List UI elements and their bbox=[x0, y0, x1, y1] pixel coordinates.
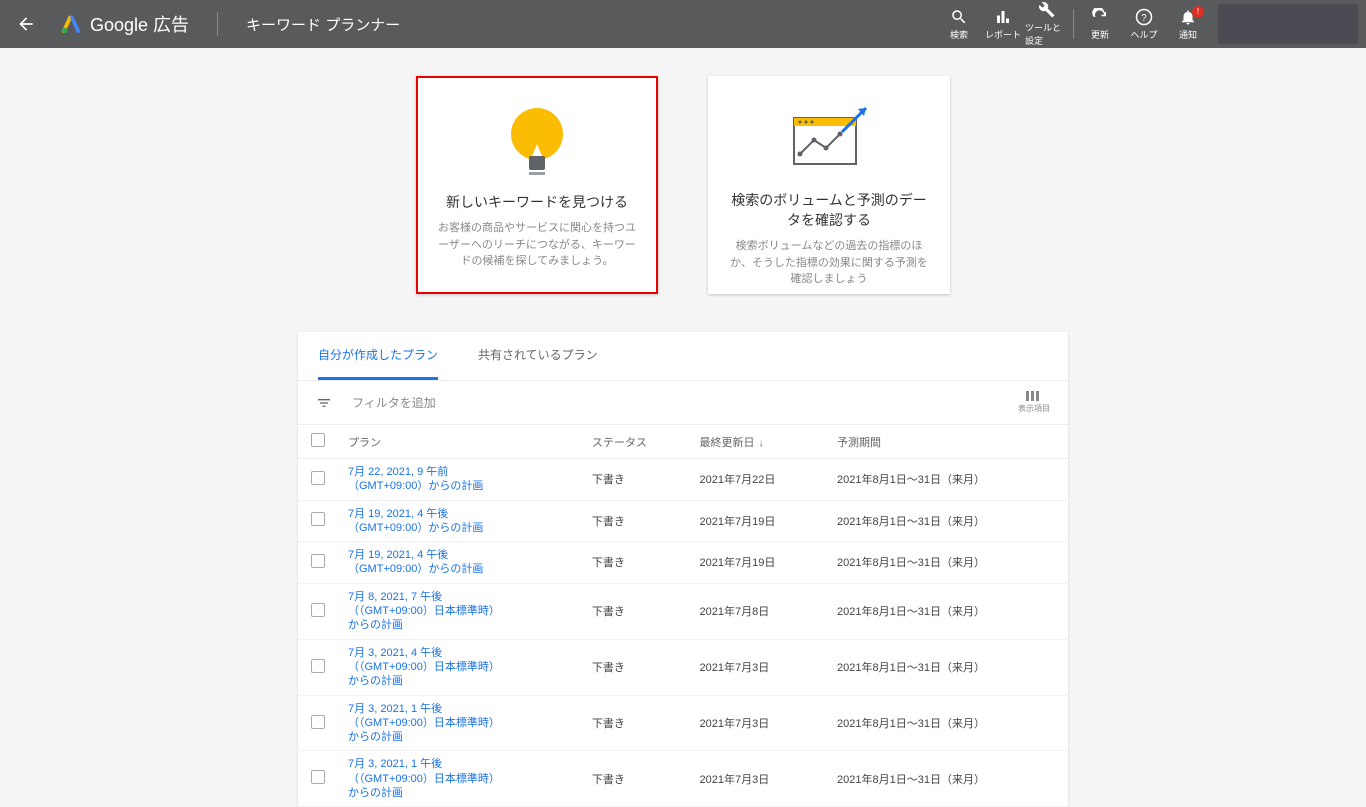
brand-text: Google 広告 bbox=[90, 11, 189, 37]
tab-my-plans[interactable]: 自分が作成したプラン bbox=[318, 332, 438, 380]
plan-link[interactable]: 7月 3, 2021, 1 午後（（GMT+09:00）日本標準時）からの計画 bbox=[348, 702, 498, 745]
table-row: 7月 3, 2021, 1 午後（（GMT+09:00）日本標準時）からの計画 下… bbox=[298, 751, 1068, 807]
col-period[interactable]: 予測期間 bbox=[827, 425, 1068, 459]
columns-toggle[interactable]: 表示項目 bbox=[1018, 391, 1050, 414]
row-checkbox[interactable] bbox=[311, 603, 325, 617]
plan-link[interactable]: 7月 8, 2021, 7 午後（（GMT+09:00）日本標準時）からの計画 bbox=[348, 590, 498, 633]
reports-icon bbox=[994, 8, 1012, 26]
reports-tool[interactable]: レポート bbox=[981, 1, 1025, 47]
header-divider bbox=[217, 12, 218, 36]
refresh-tool[interactable]: 更新 bbox=[1078, 8, 1122, 41]
search-tool[interactable]: 検索 bbox=[937, 1, 981, 47]
row-updated: 2021年7月3日 bbox=[690, 639, 827, 695]
row-status: 下書き bbox=[582, 695, 690, 751]
plan-link[interactable]: 7月 3, 2021, 4 午後（（GMT+09:00）日本標準時）からの計画 bbox=[348, 646, 498, 689]
lightbulb-icon bbox=[492, 96, 582, 186]
row-updated: 2021年7月3日 bbox=[690, 751, 827, 807]
table-row: 7月 19, 2021, 4 午後（GMT+09:00）からの計画下書き2021… bbox=[298, 500, 1068, 542]
table-row: 7月 22, 2021, 9 午前（GMT+09:00）からの計画下書き2021… bbox=[298, 459, 1068, 501]
row-checkbox[interactable] bbox=[311, 512, 325, 526]
row-status: 下書き bbox=[582, 542, 690, 584]
row-checkbox[interactable] bbox=[311, 770, 325, 784]
row-status: 下書き bbox=[582, 459, 690, 501]
row-period: 2021年8月1日～31日（来月） bbox=[827, 542, 1068, 584]
plans-table: プラン ステータス 最終更新日↓ 予測期間 7月 22, 2021, 9 午前（… bbox=[298, 425, 1068, 807]
discover-card-desc: お客様の商品やサービスに関心を持つユーザーへのリーチにつながる、キーワードの候補… bbox=[436, 220, 638, 270]
forecast-card-desc: 検索ボリュームなどの過去の指標のほか、そうした指標の効果に関する予測を確認しまし… bbox=[726, 238, 932, 288]
row-checkbox[interactable] bbox=[311, 715, 325, 729]
row-updated: 2021年7月3日 bbox=[690, 695, 827, 751]
columns-icon bbox=[1026, 391, 1042, 401]
plan-link[interactable]: 7月 22, 2021, 9 午前（GMT+09:00）からの計画 bbox=[348, 465, 498, 494]
sort-desc-icon: ↓ bbox=[759, 438, 764, 449]
row-updated: 2021年7月19日 bbox=[690, 542, 827, 584]
select-all-checkbox[interactable] bbox=[311, 433, 325, 447]
forecast-card[interactable]: 検索のボリュームと予測のデータを確認する 検索ボリュームなどの過去の指標のほか、… bbox=[708, 76, 950, 294]
plans-panel: 自分が作成したプラン 共有されているプラン フィルタを追加 表示項目 プラン ス… bbox=[298, 332, 1068, 807]
col-updated[interactable]: 最終更新日↓ bbox=[690, 425, 827, 459]
row-period: 2021年8月1日～31日（来月） bbox=[827, 695, 1068, 751]
app-header: Google 広告 キーワード プランナー 検索レポートツールと設定 更新?ヘル… bbox=[0, 0, 1366, 48]
table-row: 7月 8, 2021, 7 午後（（GMT+09:00）日本標準時）からの計画 下… bbox=[298, 583, 1068, 639]
discover-card-title: 新しいキーワードを見つける bbox=[446, 192, 628, 212]
row-status: 下書き bbox=[582, 751, 690, 807]
plan-link[interactable]: 7月 3, 2021, 1 午後（（GMT+09:00）日本標準時）からの計画 bbox=[348, 757, 498, 800]
help-icon: ? bbox=[1135, 8, 1153, 26]
tools-icon bbox=[1038, 1, 1056, 19]
row-status: 下書き bbox=[582, 639, 690, 695]
row-period: 2021年8月1日～31日（来月） bbox=[827, 751, 1068, 807]
notification-badge: ! bbox=[1192, 6, 1204, 18]
back-button[interactable] bbox=[8, 6, 44, 42]
plan-link[interactable]: 7月 19, 2021, 4 午後（GMT+09:00）からの計画 bbox=[348, 548, 498, 577]
chart-forecast-icon bbox=[784, 94, 874, 184]
discover-keywords-card[interactable]: 新しいキーワードを見つける お客様の商品やサービスに関心を持つユーザーへのリーチ… bbox=[416, 76, 658, 294]
row-status: 下書き bbox=[582, 500, 690, 542]
search-icon bbox=[950, 8, 968, 26]
row-period: 2021年8月1日～31日（来月） bbox=[827, 583, 1068, 639]
table-row: 7月 3, 2021, 4 午後（（GMT+09:00）日本標準時）からの計画 下… bbox=[298, 639, 1068, 695]
row-updated: 2021年7月22日 bbox=[690, 459, 827, 501]
table-row: 7月 19, 2021, 4 午後（GMT+09:00）からの計画下書き2021… bbox=[298, 542, 1068, 584]
tools-separator bbox=[1073, 9, 1074, 39]
col-plan[interactable]: プラン bbox=[338, 425, 582, 459]
notifications-tool[interactable]: 通知! bbox=[1166, 8, 1210, 41]
google-ads-logo-icon bbox=[60, 13, 82, 35]
col-status[interactable]: ステータス bbox=[582, 425, 690, 459]
filter-icon[interactable] bbox=[316, 395, 332, 411]
row-updated: 2021年7月8日 bbox=[690, 583, 827, 639]
plan-link[interactable]: 7月 19, 2021, 4 午後（GMT+09:00）からの計画 bbox=[348, 507, 498, 536]
tools-tool[interactable]: ツールと設定 bbox=[1025, 1, 1069, 47]
row-period: 2021年8月1日～31日（来月） bbox=[827, 459, 1068, 501]
row-period: 2021年8月1日～31日（来月） bbox=[827, 639, 1068, 695]
page-title: キーワード プランナー bbox=[246, 14, 400, 35]
brand-block: Google 広告 bbox=[60, 11, 189, 37]
refresh-icon bbox=[1091, 8, 1109, 26]
forecast-card-title: 検索のボリュームと予測のデータを確認する bbox=[726, 190, 932, 230]
table-row: 7月 3, 2021, 1 午後（（GMT+09:00）日本標準時）からの計画 下… bbox=[298, 695, 1068, 751]
row-checkbox[interactable] bbox=[311, 471, 325, 485]
row-checkbox[interactable] bbox=[311, 659, 325, 673]
add-filter[interactable]: フィルタを追加 bbox=[352, 394, 436, 411]
row-checkbox[interactable] bbox=[311, 554, 325, 568]
columns-label: 表示項目 bbox=[1018, 403, 1050, 414]
row-status: 下書き bbox=[582, 583, 690, 639]
tab-shared-plans[interactable]: 共有されているプラン bbox=[478, 332, 598, 380]
row-period: 2021年8月1日～31日（来月） bbox=[827, 500, 1068, 542]
row-updated: 2021年7月19日 bbox=[690, 500, 827, 542]
svg-text:?: ? bbox=[1141, 12, 1147, 23]
help-tool[interactable]: ?ヘルプ bbox=[1122, 8, 1166, 41]
account-switcher[interactable] bbox=[1218, 4, 1358, 44]
